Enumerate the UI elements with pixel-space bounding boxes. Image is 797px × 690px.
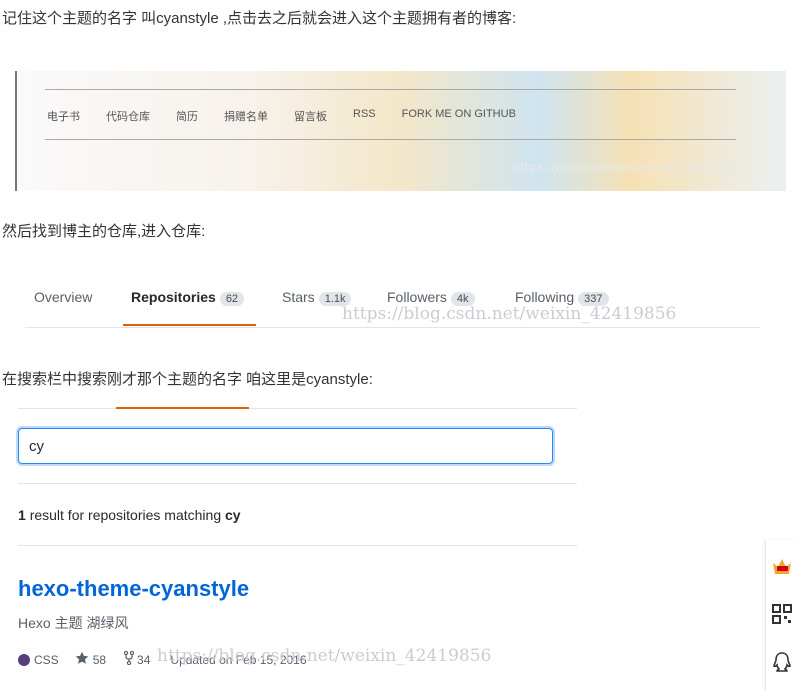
result-summary: 1 result for repositories matching cy — [18, 507, 241, 523]
banner-nav-resume[interactable]: 简历 — [176, 108, 198, 124]
fork-icon[interactable] — [123, 650, 135, 668]
floating-sidebar — [765, 540, 797, 690]
banner-watermark: https://blog.csdn.net/weixin_42419856 — [512, 160, 749, 174]
tab-overview[interactable]: Overview — [34, 289, 92, 305]
star-count[interactable]: 58 — [93, 653, 106, 667]
fork-count[interactable]: 34 — [137, 653, 150, 667]
tab-repositories[interactable]: Repositories 62 — [131, 289, 245, 306]
banner-nav-code-repo[interactable]: 代码仓库 — [106, 108, 150, 124]
banner-nav-rss[interactable]: RSS — [353, 108, 376, 124]
banner-nav-guestbook[interactable]: 留言板 — [294, 108, 327, 124]
repo-instruction-text: 然后找到博主的仓库,进入仓库: — [2, 223, 206, 240]
repo-language: CSS — [34, 652, 59, 667]
blog-banner-screenshot: 电子书 代码仓库 简历 捐赠名单 留言板 RSS FORK ME ON GITH… — [15, 71, 786, 191]
repo-description: Hexo 主题 湖绿风 — [18, 615, 129, 631]
watermark-text: https://blog.csdn.net/weixin_42419856 — [157, 646, 492, 666]
vip-crown-icon[interactable] — [766, 542, 797, 590]
profile-tabs: Overview Repositories 62 Stars 1.1k Follow… — [25, 280, 760, 328]
intro-text: 记住这个主题的名字 叫cyanstyle ,点击去之后就会进入这个主题拥有者的博… — [2, 10, 517, 27]
banner-nav-donors[interactable]: 捐赠名单 — [224, 108, 268, 124]
search-instruction-text: 在搜索栏中搜索刚才那个主题的名字 咱这里是cyanstyle: — [2, 371, 373, 388]
qq-icon[interactable] — [766, 638, 797, 686]
banner-nav-github[interactable]: FORK ME ON GITHUB — [402, 108, 516, 124]
tab-count-badge: 62 — [219, 292, 245, 306]
banner-nav-ebook[interactable]: 电子书 — [47, 108, 80, 124]
banner-nav: 电子书 代码仓库 简历 捐赠名单 留言板 RSS FORK ME ON GITH… — [47, 108, 542, 124]
search-input[interactable] — [19, 429, 552, 463]
repo-link[interactable]: hexo-theme-cyanstyle — [18, 576, 249, 602]
repo-search-field[interactable] — [18, 428, 553, 464]
language-color-dot — [18, 653, 30, 666]
star-icon[interactable] — [75, 651, 89, 668]
active-tab-underline — [123, 324, 256, 326]
active-tab-underline — [116, 407, 249, 409]
qr-code-icon[interactable] — [766, 590, 797, 638]
watermark-text: https://blog.csdn.net/weixin_42419856 — [342, 304, 677, 324]
